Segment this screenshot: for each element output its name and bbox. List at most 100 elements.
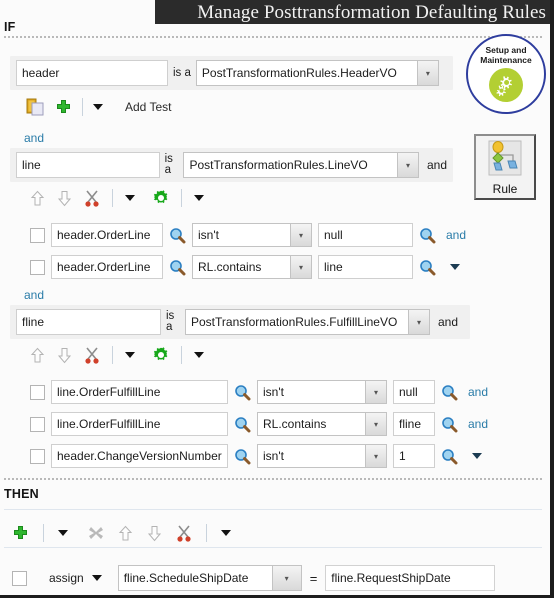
test-left-operand-input[interactable]: line.OrderFulfillLine — [51, 380, 228, 404]
x-delete-icon[interactable] — [88, 525, 104, 541]
toolbar-separator — [181, 189, 182, 207]
test-connector-and[interactable]: and — [446, 228, 466, 242]
action-row-checkbox[interactable] — [12, 570, 27, 586]
test-operator-value: isn't — [263, 385, 284, 399]
line-fact-toolbar — [30, 189, 204, 207]
test-operator-select[interactable]: isn't ▾ — [257, 444, 387, 468]
test-left-operand-input[interactable]: header.ChangeVersionNumber — [51, 444, 228, 468]
caret-down-icon[interactable] — [58, 530, 68, 536]
toolbar-separator — [112, 189, 113, 207]
fact-fline-trailing-and: and — [438, 315, 459, 329]
test-row-checkbox[interactable] — [30, 448, 45, 464]
test-operator-select[interactable]: RL.contains ▾ — [257, 412, 387, 436]
rule-button[interactable]: Rule — [474, 134, 536, 200]
arrow-down-icon[interactable] — [57, 190, 72, 207]
test-left-operand-input[interactable]: header.OrderLine — [51, 223, 163, 247]
toolbar-separator — [181, 346, 182, 364]
fact-type-select-fline[interactable]: PostTransformationRules.FulfillLineVO ▾ — [185, 309, 430, 335]
scissors-icon[interactable] — [84, 189, 100, 207]
app-screen: Manage Posttransformation Defaulting Rul… — [0, 0, 554, 598]
fact-line-trailing-and: and — [426, 158, 447, 172]
fact-row-fline: fline is a PostTransformationRules.Fulfil… — [10, 305, 470, 339]
copy-paste-icon[interactable] — [26, 98, 45, 116]
then-toolbar — [12, 524, 231, 542]
line-test-row-1: header.OrderLine isn't ▾ null and — [30, 223, 466, 247]
magnifier-icon[interactable] — [169, 259, 186, 276]
caret-down-icon[interactable] — [125, 352, 135, 358]
magnifier-icon[interactable] — [234, 448, 251, 465]
test-operator-select[interactable]: isn't ▾ — [257, 380, 387, 404]
caret-down-icon[interactable] — [221, 530, 231, 536]
gears-icon — [489, 68, 523, 102]
caret-down-icon[interactable] — [91, 575, 102, 581]
chevron-down-icon: ▾ — [290, 256, 311, 278]
arrow-up-icon[interactable] — [30, 190, 45, 207]
fline-test-row-2: line.OrderFulfillLine RL.contains ▾ flin… — [30, 412, 488, 436]
test-right-operand-input[interactable]: null — [393, 380, 435, 404]
test-row-checkbox[interactable] — [30, 227, 45, 243]
gear-icon[interactable] — [153, 190, 169, 206]
test-row-checkbox[interactable] — [30, 259, 45, 275]
fact-variable-input-fline[interactable]: fline — [16, 309, 161, 335]
test-right-operand-input[interactable]: 1 — [393, 444, 435, 468]
gear-icon[interactable] — [153, 347, 169, 363]
action-value-input[interactable]: fline.RequestShipDate — [325, 565, 496, 591]
test-connector-caret-icon[interactable] — [450, 264, 460, 270]
test-row-checkbox[interactable] — [30, 416, 45, 432]
test-operator-select[interactable]: RL.contains ▾ — [192, 255, 312, 279]
fact-type-select-header[interactable]: PostTransformationRules.HeaderVO ▾ — [195, 60, 439, 86]
test-operator-select[interactable]: isn't ▾ — [192, 223, 312, 247]
caret-down-icon[interactable] — [194, 352, 204, 358]
fact-variable-input-header[interactable]: header — [16, 60, 168, 86]
connector-and-1[interactable]: and — [24, 131, 44, 145]
magnifier-icon[interactable] — [441, 384, 458, 401]
magnifier-icon[interactable] — [169, 227, 186, 244]
test-connector-and[interactable]: and — [468, 417, 488, 431]
header-fact-toolbar: Add Test — [26, 98, 171, 116]
add-test-button[interactable]: Add Test — [125, 100, 171, 114]
magnifier-icon[interactable] — [234, 416, 251, 433]
fact-row-line: line is a PostTransformationRules.LineVO … — [10, 148, 453, 182]
chevron-down-icon: ▾ — [365, 445, 386, 467]
setup-badge-line1: Setup and — [485, 45, 527, 55]
magnifier-icon[interactable] — [419, 259, 436, 276]
plus-icon[interactable] — [55, 99, 72, 116]
test-right-operand-input[interactable]: fline — [393, 412, 435, 436]
magnifier-icon[interactable] — [441, 448, 458, 465]
arrow-down-icon[interactable] — [57, 347, 72, 364]
scissors-icon[interactable] — [176, 524, 192, 542]
test-connector-caret-icon[interactable] — [472, 453, 482, 459]
scissors-icon[interactable] — [84, 346, 100, 364]
line-test-row-2: header.OrderLine RL.contains ▾ line — [30, 255, 460, 279]
fact-variable-input-line[interactable]: line — [16, 152, 160, 178]
test-connector-and[interactable]: and — [468, 385, 488, 399]
action-target-select[interactable]: fline.ScheduleShipDate ▾ — [117, 565, 302, 591]
toolbar-separator — [43, 524, 44, 542]
test-right-operand-input[interactable]: line — [318, 255, 413, 279]
arrow-up-icon[interactable] — [118, 525, 133, 542]
caret-down-icon[interactable] — [125, 195, 135, 201]
test-left-operand-input[interactable]: line.OrderFulfillLine — [51, 412, 228, 436]
action-type-label[interactable]: assign — [49, 571, 84, 585]
fact-type-select-line[interactable]: PostTransformationRules.LineVO ▾ — [183, 152, 419, 178]
test-row-checkbox[interactable] — [30, 384, 45, 400]
arrow-down-icon[interactable] — [147, 525, 162, 542]
magnifier-icon[interactable] — [441, 416, 458, 433]
arrow-up-icon[interactable] — [30, 347, 45, 364]
caret-down-icon[interactable] — [93, 104, 103, 110]
magnifier-icon[interactable] — [234, 384, 251, 401]
then-section-divider — [4, 478, 542, 480]
fact-row-header: header is a PostTransformationRules.Head… — [10, 56, 453, 90]
magnifier-icon[interactable] — [419, 227, 436, 244]
action-target-value: fline.ScheduleShipDate — [123, 571, 249, 585]
toolbar-separator — [112, 346, 113, 364]
connector-and-2[interactable]: and — [24, 288, 44, 302]
setup-and-maintenance-badge[interactable]: Setup and Maintenance — [466, 34, 546, 114]
plus-icon[interactable] — [12, 525, 29, 542]
test-right-operand-input[interactable]: null — [318, 223, 413, 247]
test-left-operand-input[interactable]: header.OrderLine — [51, 255, 163, 279]
test-operator-value: RL.contains — [198, 260, 262, 274]
fact-type-value-line: PostTransformationRules.LineVO — [189, 158, 368, 172]
caret-down-icon[interactable] — [194, 195, 204, 201]
page-title: Manage Posttransformation Defaulting Rul… — [197, 1, 546, 23]
